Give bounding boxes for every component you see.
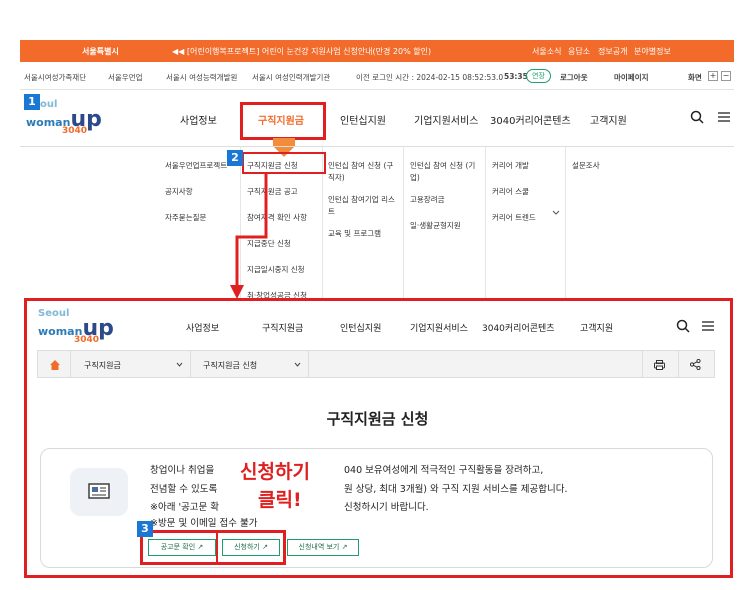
submenu-item-career-school[interactable]: 커리어 스쿨 — [492, 186, 536, 197]
nav-business-service[interactable]: 기업지원서비스 — [410, 321, 468, 334]
home-icon[interactable] — [50, 360, 60, 370]
history-label: 신청내역 보기 — [298, 543, 340, 551]
notice-ticker[interactable]: ◀◀ [어린이행복프로젝트] 어린이 눈건강 지원사업 신청안내(만경 20% … — [172, 46, 431, 57]
mypage-link[interactable]: 마이페이지 — [614, 72, 649, 83]
site-link-womanup[interactable]: 서울우먼업 — [108, 72, 143, 83]
annotation-text-apply: 신청하기 — [240, 461, 310, 483]
description-line-3a: ※아래 '공고문 확 — [150, 502, 220, 513]
search-icon[interactable] — [676, 319, 690, 333]
step-badge-2: 2 — [227, 150, 243, 166]
history-button[interactable]: 신청내역 보기 ↗ — [287, 539, 359, 556]
page-title: 구직지원금 신청 — [326, 410, 429, 428]
submenu-item-work-life[interactable]: 일·생활균형지원 — [410, 220, 482, 231]
seoul-city-link[interactable]: 서울특별시 — [82, 46, 119, 57]
nav-internship[interactable]: 인턴십지원 — [340, 321, 381, 334]
highlight-apply-menu — [242, 152, 326, 174]
submenu-item-employment-subsidy[interactable]: 고용장려금 — [410, 194, 482, 205]
nav-career-content[interactable]: 3040커리어콘텐츠 — [490, 112, 571, 127]
site-link-institutions[interactable]: 서울시 여성인력개발기관 — [252, 72, 330, 83]
logout-link[interactable]: 로그아웃 — [560, 72, 588, 83]
chevron-down-icon[interactable] — [552, 210, 560, 216]
submenu-col-internship: 인턴십 참여 신청 (구직자) 인턴십 참여기업 리스트 교육 및 프로그램 — [328, 160, 400, 254]
share-icon[interactable] — [690, 359, 701, 370]
submenu-item-education[interactable]: 교육 및 프로그램 — [328, 228, 400, 239]
nav-business-service[interactable]: 기업지원서비스 — [414, 112, 478, 127]
nav-customer-support[interactable]: 고객지원 — [590, 112, 627, 127]
link-seoul-news[interactable]: 서울소식 — [532, 46, 561, 57]
session-timer: 53:35 — [504, 72, 528, 81]
description-line-3b: 신청하시기 바랍니다. — [344, 502, 429, 513]
submenu-col-business-service: 인턴십 참여 신청 (기업) 고용장려금 일·생활균형지원 — [410, 160, 482, 246]
breadcrumb: 구직지원금 구직지원금 신청 — [37, 350, 715, 378]
step-badge-3: 3 — [137, 521, 153, 537]
nav-business-info[interactable]: 사업정보 — [186, 321, 219, 334]
last-login-time: 이전 로그인 시간 : 2024-02-15 08:52:53.0 — [356, 73, 504, 82]
description-line-2b: 원 상당, 최대 3개월) 와 구직 지원 서비스를 제공합니다. — [344, 484, 568, 495]
link-eungdapso[interactable]: 응답소 — [568, 46, 590, 57]
submenu-item-notices[interactable]: 공지사항 — [165, 186, 227, 197]
submenu-col-business: 서울우먼업프로젝트 공지사항 자주묻는질문 — [165, 160, 227, 238]
city-top-bar: 서울특별시 ◀◀ [어린이행복프로젝트] 어린이 눈건강 지원사업 신청안내(만… — [20, 40, 734, 62]
submenu-item-intern-apply-company[interactable]: 인턴십 참여 신청 (기업) — [410, 160, 482, 184]
search-icon[interactable] — [690, 110, 704, 124]
description-line-2a: 전념할 수 있도록 — [150, 484, 218, 495]
nav-customer-support[interactable]: 고객지원 — [580, 321, 613, 334]
menu-icon[interactable] — [717, 111, 731, 123]
site-logo-secondary[interactable]: Seoul womanup 3040 — [38, 309, 114, 346]
screen-zoom-label: 화면 — [688, 73, 702, 82]
extend-session-button[interactable]: 연장 — [526, 69, 551, 83]
submenu-col-career: 커리어 개발 커리어 스쿨 커리어 트렌드 — [492, 160, 536, 238]
breadcrumb-level-2[interactable]: 구직지원금 신청 — [203, 360, 257, 371]
nav-job-support[interactable]: 구직지원금 — [262, 321, 303, 334]
description-line-1a: 창업이나 취업을 — [150, 465, 215, 476]
highlight-buttons — [140, 530, 286, 565]
step-badge-1: 1 — [24, 94, 40, 110]
submenu-item-intern-company-list[interactable]: 인턴십 참여기업 리스트 — [328, 194, 400, 218]
print-icon[interactable] — [654, 360, 665, 370]
site-link-development[interactable]: 서울시 여성능력개발원 — [166, 72, 237, 83]
site-link-foundation[interactable]: 서울시여성가족재단 — [24, 72, 86, 83]
description-line-1b: 040 보유여성에게 적극적인 구직활동을 장려하고, — [344, 465, 544, 476]
nav-career-content[interactable]: 3040커리어콘텐츠 — [482, 321, 555, 334]
document-icon — [88, 483, 110, 499]
highlight-divider — [216, 533, 218, 562]
zoom-out-button[interactable]: − — [721, 71, 731, 81]
submenu-item-survey[interactable]: 설문조사 — [572, 160, 600, 171]
external-link-icon: ↗ — [341, 543, 348, 551]
link-info-disclosure[interactable]: 정보공개 — [598, 46, 627, 57]
annotation-text-click: 클릭! — [258, 489, 302, 511]
nav-internship[interactable]: 인턴십지원 — [340, 112, 386, 127]
utility-bar: 서울시여성가족재단 서울우먼업 서울시 여성능력개발원 서울시 여성인력개발기관… — [20, 62, 734, 90]
breadcrumb-level-1[interactable]: 구직지원금 — [84, 360, 121, 371]
zoom-in-button[interactable]: + — [708, 71, 718, 81]
red-arrow-icon — [230, 174, 268, 299]
highlight-job-support — [240, 102, 326, 140]
submenu-item-career-dev[interactable]: 커리어 개발 — [492, 160, 536, 171]
submenu-col-customer: 설문조사 — [572, 160, 600, 186]
chevron-down-icon[interactable] — [176, 362, 183, 367]
submenu-item-faq[interactable]: 자주묻는질문 — [165, 212, 227, 223]
nav-business-info[interactable]: 사업정보 — [180, 112, 217, 127]
chevron-down-icon[interactable] — [294, 362, 301, 367]
link-field-info[interactable]: 분야별정보 — [634, 46, 671, 57]
submenu-item-womanup-project[interactable]: 서울우먼업프로젝트 — [165, 160, 227, 171]
description-line-4: ※방문 및 이메일 접수 불가 — [150, 518, 258, 529]
menu-icon[interactable] — [701, 320, 715, 332]
submenu-item-career-trend[interactable]: 커리어 트렌드 — [492, 212, 536, 223]
submenu-item-intern-apply-seeker[interactable]: 인턴십 참여 신청 (구직자) — [328, 160, 400, 184]
